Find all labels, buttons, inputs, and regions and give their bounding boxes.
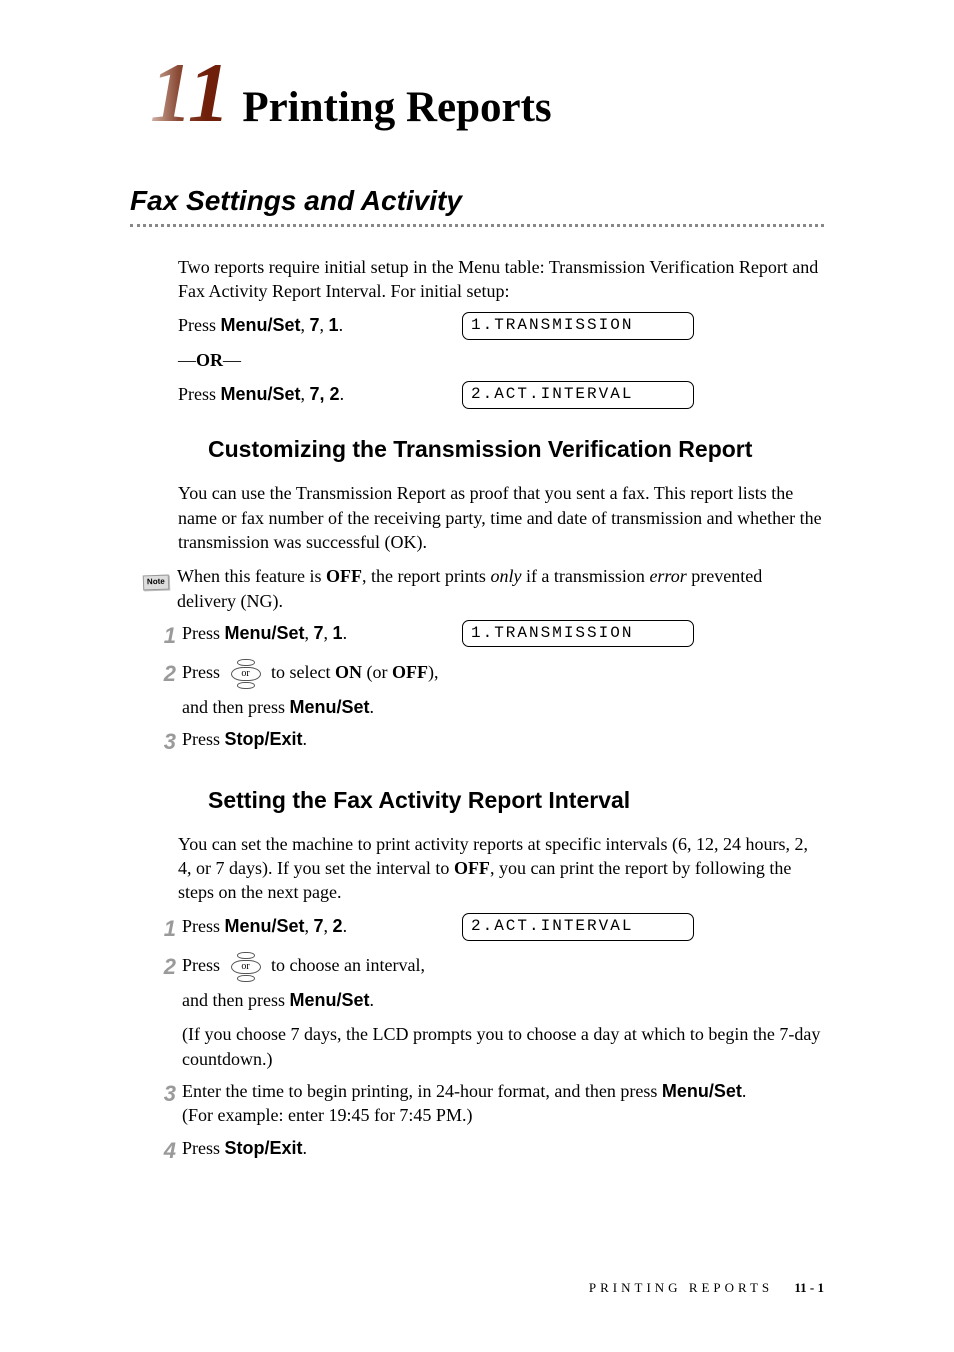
step4-content: Press Stop/Exit. bbox=[182, 1136, 824, 1160]
nav-or-icon: or bbox=[227, 952, 265, 982]
step2-note: (If you choose 7 days, the LCD prompts y… bbox=[182, 1022, 824, 1071]
step-number: 4 bbox=[148, 1136, 176, 1166]
step-row: 2 Press or to select ON (or OFF), and th… bbox=[148, 659, 824, 719]
step-row: 3 Press Stop/Exit. bbox=[148, 727, 824, 757]
press-instruction-2: Press Menu/Set, 7, 2. bbox=[178, 384, 344, 404]
step-number: 3 bbox=[148, 1079, 176, 1109]
step-number: 2 bbox=[148, 952, 176, 982]
note-icon: Note bbox=[143, 566, 173, 613]
or-separator: —OR— bbox=[178, 348, 824, 372]
intro-paragraph: Two reports require initial setup in the… bbox=[178, 255, 824, 304]
step-row: 4 Press Stop/Exit. bbox=[148, 1136, 824, 1166]
step-number: 1 bbox=[148, 621, 176, 651]
subsection-title-interval: Setting the Fax Activity Report Interval bbox=[208, 785, 824, 816]
lcd-display-act-interval: 2.ACT.INTERVAL bbox=[462, 381, 694, 409]
step-row: 1.TRANSMISSION 1 Press Menu/Set, 7, 1. bbox=[148, 621, 824, 651]
section-divider bbox=[130, 224, 824, 227]
page-footer: PRINTING REPORTS 11 - 1 bbox=[589, 1279, 824, 1297]
sub2-paragraph: You can set the machine to print activit… bbox=[178, 832, 824, 905]
step3-example: (For example: enter 19:45 for 7:45 PM.) bbox=[182, 1103, 824, 1127]
chapter-number: 11 bbox=[150, 55, 230, 132]
lcd-display-transmission-2: 1.TRANSMISSION bbox=[462, 620, 694, 648]
nav-or-icon: or bbox=[227, 659, 265, 689]
step-row: 2 Press or to choose an interval, and th… bbox=[148, 952, 824, 1071]
lcd-display-transmission: 1.TRANSMISSION bbox=[462, 312, 694, 340]
footer-section-label: PRINTING REPORTS bbox=[589, 1280, 773, 1295]
note-text: When this feature is OFF, the report pri… bbox=[177, 564, 824, 613]
step2-content: Press or to choose an interval, and then… bbox=[182, 952, 824, 1071]
chapter-header: 11 Printing Reports bbox=[150, 55, 824, 137]
step3-content: Press Stop/Exit. bbox=[182, 727, 824, 751]
step-number: 1 bbox=[148, 914, 176, 944]
step-row: 3 Enter the time to begin printing, in 2… bbox=[148, 1079, 824, 1128]
step3-content: Enter the time to begin printing, in 24-… bbox=[182, 1079, 824, 1128]
step2-content: Press or to select ON (or OFF), and then… bbox=[182, 659, 824, 719]
step-row: 2.ACT.INTERVAL 1 Press Menu/Set, 7, 2. bbox=[148, 914, 824, 944]
step-number: 2 bbox=[148, 659, 176, 689]
lcd-display-act-interval-2: 2.ACT.INTERVAL bbox=[462, 913, 694, 941]
step-number: 3 bbox=[148, 727, 176, 757]
note-block: Note When this feature is OFF, the repor… bbox=[143, 564, 824, 613]
subsection-title-customizing: Customizing the Transmission Verificatio… bbox=[208, 434, 824, 465]
press-instruction-1: Press Menu/Set, 7, 1. bbox=[178, 315, 343, 335]
sub1-paragraph: You can use the Transmission Report as p… bbox=[178, 481, 824, 554]
footer-page-number: 11 - 1 bbox=[794, 1280, 824, 1295]
section-title: Fax Settings and Activity bbox=[130, 182, 824, 220]
chapter-title: Printing Reports bbox=[242, 79, 551, 137]
